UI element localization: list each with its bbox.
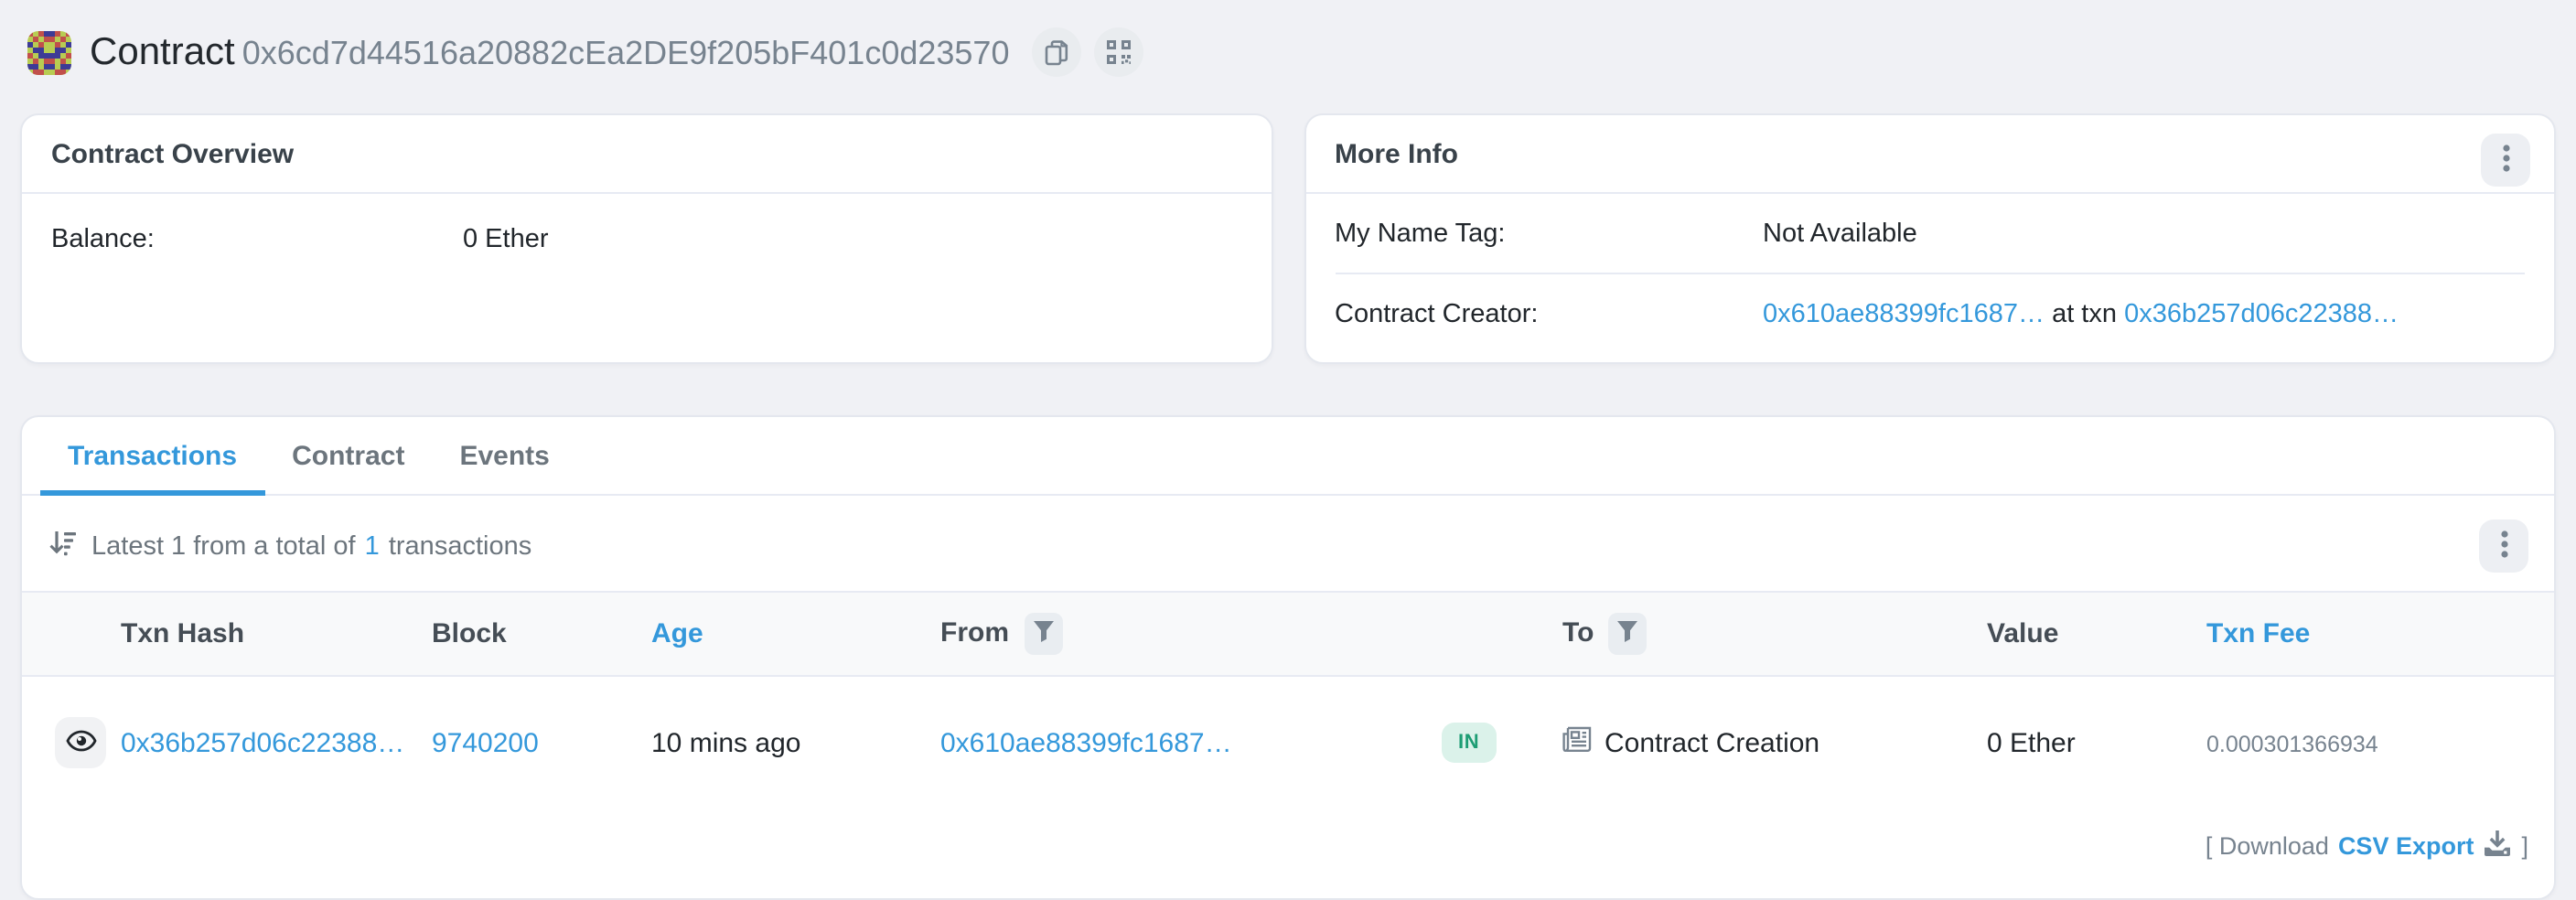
cell-to: Contract Creation: [1548, 676, 1972, 805]
creator-txn-link[interactable]: 0x36b257d06c22388…: [2124, 300, 2399, 329]
list-toolbar: Latest 1 from a total of 1 transactions: [22, 496, 2554, 591]
transactions-table: Txn Hash Block Age From To Value Txn Fee…: [22, 591, 2554, 805]
download-bracket-open: [ Download: [2206, 832, 2329, 860]
cell-eye: [22, 676, 106, 805]
cell-direction: IN: [1427, 676, 1548, 805]
cell-age: 10 mins ago: [637, 676, 926, 805]
contract-identicon: [27, 30, 71, 74]
col-from-label: From: [940, 617, 1009, 648]
col-from: From: [926, 592, 1427, 676]
from-address-link[interactable]: 0x610ae88399fc1687…: [940, 727, 1232, 758]
download-icon: [2483, 830, 2512, 862]
more-info-title: More Info: [1335, 139, 1458, 170]
transactions-menu-button[interactable]: [2479, 520, 2528, 573]
to-method-label: Contract Creation: [1605, 727, 1819, 758]
tab-contract[interactable]: Contract: [264, 417, 432, 496]
col-eye: [22, 592, 106, 676]
qrcode-icon: [1107, 40, 1131, 64]
preview-txn-button[interactable]: [55, 717, 106, 768]
creator-address-link[interactable]: 0x610ae88399fc1687…: [1763, 300, 2045, 329]
kebab-menu-icon: [2500, 530, 2507, 562]
balance-label: Balance:: [51, 225, 463, 254]
contract-creator-label: Contract Creator:: [1335, 300, 1763, 329]
cell-value: 0 Ether: [1972, 676, 2192, 805]
to-filter-button[interactable]: [1608, 613, 1647, 655]
col-age[interactable]: Age: [637, 592, 926, 676]
name-tag-label: My Name Tag:: [1335, 220, 1763, 249]
contract-overview-title: Contract Overview: [22, 115, 1271, 194]
cell-txn-fee: 0.000301366934: [2192, 676, 2554, 805]
balance-value: 0 Ether: [463, 225, 549, 254]
copy-icon: [1045, 39, 1068, 65]
from-filter-button[interactable]: [1024, 613, 1062, 655]
more-info-card: More Info My Name Tag: Not Available Con…: [1304, 113, 2556, 364]
creator-connector-text: at txn: [2052, 300, 2117, 329]
download-bracket-close: ]: [2521, 832, 2528, 860]
transactions-summary: Latest 1 from a total of 1 transactions: [48, 528, 531, 564]
block-link[interactable]: 9740200: [432, 727, 539, 758]
table-row: 0x36b257d06c22388… 9740200 10 mins ago 0…: [22, 676, 2554, 805]
cell-from: 0x610ae88399fc1687…: [926, 676, 1427, 805]
contract-page: Contract0x6cd7d44516a20882cEa2DE9f205bF4…: [0, 0, 2576, 895]
more-info-body: My Name Tag: Not Available Contract Crea…: [1305, 194, 2554, 353]
tab-events[interactable]: Events: [432, 417, 576, 496]
contract-creator-value: 0x610ae88399fc1687… at txn 0x36b257d06c2…: [1763, 300, 2399, 329]
contract-creator-row: Contract Creator: 0x610ae88399fc1687… at…: [1335, 273, 2525, 353]
summary-suffix: transactions: [389, 531, 531, 561]
page-header: Contract0x6cd7d44516a20882cEa2DE9f205bF4…: [0, 0, 2576, 77]
col-block: Block: [417, 592, 637, 676]
tab-bar: Transactions Contract Events: [22, 417, 2554, 496]
filter-funnel-icon: [1033, 620, 1053, 648]
summary-prefix: Latest 1 from a total of: [91, 531, 356, 561]
contract-overview-body: Balance: 0 Ether: [22, 194, 1271, 285]
txn-fee-value: 0.000301366934: [2206, 731, 2378, 756]
filter-funnel-icon: [1617, 620, 1637, 648]
top-cards-row: Contract Overview Balance: 0 Ether More …: [20, 113, 2556, 364]
csv-export-footer: [ Download CSV Export ]: [22, 805, 2554, 887]
contract-overview-card: Contract Overview Balance: 0 Ether: [20, 113, 1272, 364]
more-info-header: More Info: [1305, 115, 2554, 194]
eye-icon: [65, 729, 96, 756]
name-tag-value: Not Available: [1763, 220, 1917, 249]
csv-export-link[interactable]: CSV Export: [2338, 832, 2474, 860]
tab-transactions[interactable]: Transactions: [40, 417, 264, 496]
col-direction: [1427, 592, 1548, 676]
cell-block: 9740200: [417, 676, 637, 805]
col-to-label: To: [1562, 617, 1594, 648]
kebab-menu-icon: [2502, 144, 2509, 177]
balance-row: Balance: 0 Ether: [51, 225, 1241, 254]
transactions-card: Transactions Contract Events Latest 1 fr…: [20, 415, 2556, 900]
more-info-menu-button[interactable]: [2481, 134, 2530, 187]
name-tag-row: My Name Tag: Not Available: [1335, 194, 2525, 273]
contract-address: 0x6cd7d44516a20882cEa2DE9f205bF401c0d235…: [242, 34, 1010, 70]
qr-code-button[interactable]: [1094, 27, 1143, 77]
col-to: To: [1548, 592, 1972, 676]
txn-hash-link[interactable]: 0x36b257d06c22388…: [121, 727, 404, 758]
col-value: Value: [1972, 592, 2192, 676]
cell-txn-hash: 0x36b257d06c22388…: [106, 676, 417, 805]
page-title-text: Contract: [90, 30, 235, 72]
direction-in-badge: IN: [1442, 723, 1496, 763]
table-header-row: Txn Hash Block Age From To Value Txn Fee: [22, 592, 2554, 676]
col-txn-hash: Txn Hash: [106, 592, 417, 676]
col-txn-fee[interactable]: Txn Fee: [2192, 592, 2554, 676]
summary-count-link[interactable]: 1: [365, 531, 380, 561]
contract-creation-icon: [1562, 726, 1592, 759]
sort-amount-down-icon: [48, 528, 91, 564]
page-title: Contract0x6cd7d44516a20882cEa2DE9f205bF4…: [90, 30, 1010, 74]
copy-address-button[interactable]: [1032, 27, 1081, 77]
